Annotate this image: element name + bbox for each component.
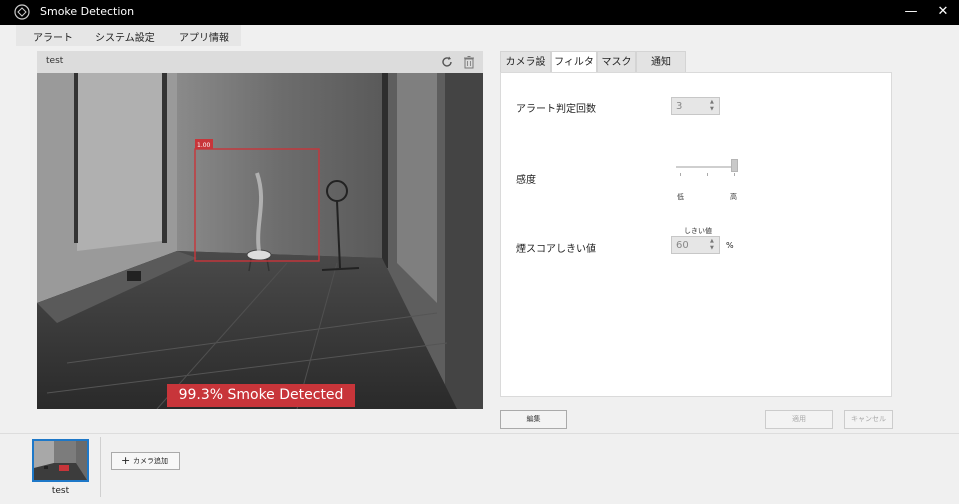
- menu-bar: アラート システム設定 アプリ情報: [0, 25, 959, 46]
- trash-icon[interactable]: [462, 55, 476, 69]
- tab-camera-settings[interactable]: カメラ設定: [500, 51, 551, 89]
- menu-alert[interactable]: アラート: [33, 29, 73, 44]
- tab-filter[interactable]: フィルタ: [551, 51, 597, 72]
- spinner-arrows-icon[interactable]: ▲ ▼: [710, 238, 716, 252]
- camera-panel: test 1.00 99.3% Smoke Detected: [37, 51, 483, 409]
- window-title: Smoke Detection: [40, 5, 135, 18]
- close-button[interactable]: ✕: [933, 2, 953, 22]
- menu-app-info[interactable]: アプリ情報: [179, 29, 229, 44]
- alert-count-label: アラート判定回数: [516, 104, 596, 115]
- sensitivity-label: 感度: [516, 175, 536, 186]
- alert-count-value: 3: [676, 101, 683, 112]
- add-camera-button[interactable]: + カメラ追加: [111, 452, 180, 470]
- sensitivity-slider-thumb[interactable]: [731, 159, 738, 172]
- score-threshold-value: 60: [676, 240, 689, 251]
- app-logo-icon: [14, 4, 30, 20]
- camera-feed[interactable]: 1.00 99.3% Smoke Detected: [37, 73, 483, 409]
- score-unit: %: [726, 241, 734, 250]
- minimize-button[interactable]: —: [901, 2, 921, 22]
- plus-icon: +: [121, 454, 131, 467]
- refresh-icon[interactable]: [440, 55, 454, 69]
- camera-frame-image: 1.00: [37, 73, 483, 409]
- menu-system-settings[interactable]: システム設定: [95, 29, 155, 44]
- sensitivity-high-label: 高: [730, 193, 737, 201]
- sensitivity-low-label: 低: [677, 193, 684, 201]
- score-threshold-spinner[interactable]: 60 ▲ ▼: [671, 236, 720, 254]
- alert-count-spinner[interactable]: 3 ▲ ▼: [671, 97, 720, 115]
- sensitivity-slider-track[interactable]: [676, 166, 734, 168]
- add-camera-label: カメラ追加: [133, 457, 168, 465]
- score-threshold-caption: しきい値: [684, 227, 712, 235]
- spinner-arrows-icon[interactable]: ▲ ▼: [710, 99, 716, 113]
- cancel-button[interactable]: キャンセル: [844, 410, 893, 429]
- tab-mask[interactable]: マスク: [597, 51, 636, 72]
- camera-thumbnail-label: test: [51, 486, 70, 496]
- camera-thumbnail[interactable]: [32, 439, 89, 482]
- camera-thumbnail-image: [34, 441, 87, 480]
- edit-button[interactable]: 編集: [500, 410, 567, 429]
- divider: [100, 437, 101, 497]
- camera-header: test: [37, 51, 483, 73]
- detection-box-label: 1.00: [197, 142, 211, 149]
- camera-name: test: [46, 56, 64, 66]
- score-threshold-label: 煙スコアしきい値: [516, 244, 596, 255]
- smoke-detected-banner: 99.3% Smoke Detected: [167, 384, 355, 407]
- tab-notifications[interactable]: 通知: [636, 51, 686, 72]
- title-bar: Smoke Detection — ✕: [0, 0, 959, 25]
- apply-button[interactable]: 適用: [765, 410, 833, 429]
